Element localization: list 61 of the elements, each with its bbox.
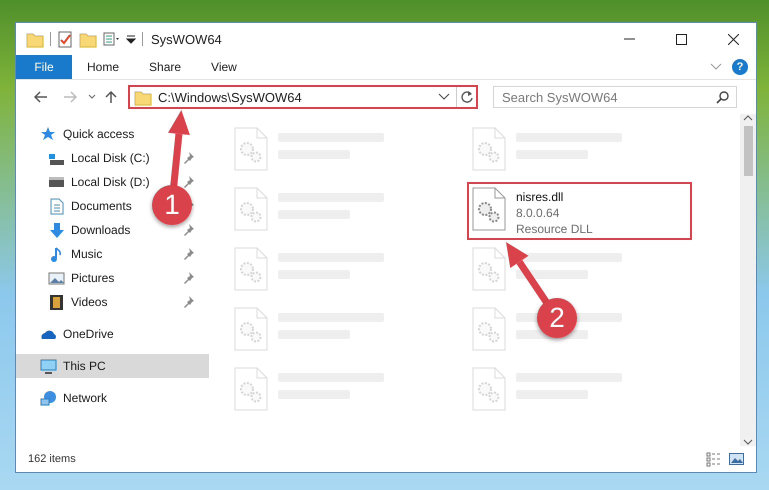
picture-icon [48, 270, 65, 286]
scroll-up-icon [743, 114, 753, 122]
nav-item[interactable]: Quick access [16, 122, 209, 146]
ribbon-tab[interactable]: View [196, 55, 252, 79]
scrollbar[interactable] [740, 114, 756, 446]
nav-item[interactable]: Local Disk (C:) [16, 146, 209, 170]
ribbon-tab[interactable]: Share [134, 55, 196, 79]
nav-item[interactable]: Network [16, 386, 209, 410]
file-item[interactable]: nisres.dll 8.0.0.64 Resource DLL [467, 182, 692, 240]
nav-item[interactable]: Videos [16, 290, 209, 314]
large-icons-view-icon [729, 451, 744, 467]
maximize-icon [676, 34, 686, 44]
ribbon-tab[interactable]: Home [72, 55, 134, 79]
nav-item[interactable]: This PC [16, 354, 209, 378]
blurred-file-icon [234, 367, 268, 411]
blurred-file-icon [472, 307, 506, 351]
address-path: C:\Windows\SysWOW64 [158, 90, 303, 104]
blurred-text-bar [516, 270, 588, 279]
search-icon [716, 91, 729, 104]
blurred-file-icon [234, 187, 268, 231]
folder-icon [134, 88, 152, 106]
blurred-file-icon [472, 127, 506, 171]
folder-icon [26, 30, 44, 48]
scrollbar-thumb[interactable] [744, 126, 752, 176]
monitor-icon [40, 358, 57, 374]
dropdown-icon [438, 93, 450, 101]
item-count: 162 items [28, 453, 76, 465]
refresh-icon [460, 90, 474, 104]
file-version: 8.0.0.64 [516, 205, 560, 221]
file-type: Resource DLL [516, 221, 593, 237]
blurred-file-icon [234, 247, 268, 291]
star-icon [40, 126, 57, 142]
expand-ribbon-icon [710, 63, 722, 71]
blurred-file-icon [472, 367, 506, 411]
network-icon [40, 390, 57, 406]
scroll-down-icon [743, 438, 753, 446]
nav-item[interactable]: Music [16, 242, 209, 266]
address-bar[interactable]: C:\Windows\SysWOW64 [128, 85, 478, 109]
nav-item[interactable]: OneDrive [16, 322, 209, 346]
window-title: SysWOW64 [151, 32, 222, 46]
forward-icon [63, 91, 77, 103]
search-field[interactable]: Search SysWOW64 [493, 86, 737, 108]
properties-icon [57, 30, 73, 48]
film-icon [48, 294, 65, 310]
dll-file-icon [472, 187, 506, 231]
nav-item[interactable]: Pictures [16, 266, 209, 290]
help-button[interactable]: ? [732, 59, 748, 75]
close-icon [728, 34, 738, 44]
blurred-file-icon [234, 127, 268, 171]
customize-toolbar-icon [103, 31, 120, 47]
blurred-file-icon [234, 307, 268, 351]
file-name: nisres.dll [516, 189, 564, 205]
details-view-icon [706, 451, 721, 467]
back-icon [34, 91, 48, 103]
ribbon-tab[interactable]: File [16, 55, 72, 79]
dropdown-icon [126, 34, 136, 44]
new-folder-icon [79, 30, 97, 48]
blurred-file-icon [472, 247, 506, 291]
down-arrow-icon [48, 222, 65, 238]
up-icon [104, 91, 118, 103]
document-icon [48, 198, 65, 214]
